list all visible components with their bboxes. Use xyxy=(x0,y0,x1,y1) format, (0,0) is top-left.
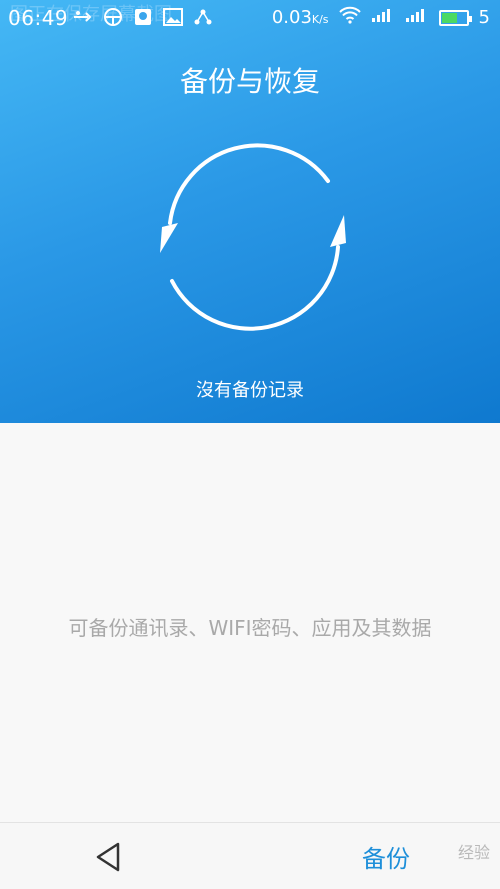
battery-text: 5 xyxy=(478,7,490,28)
page-title: 备份与恢复 xyxy=(179,65,320,98)
usb-icon xyxy=(72,6,94,28)
status-time: 06:49 xyxy=(8,6,69,30)
notification-icons xyxy=(72,6,214,28)
image-icon xyxy=(162,6,184,28)
back-triangle-icon xyxy=(96,842,120,872)
signal-icon xyxy=(405,7,429,28)
status-bar: 图正在保存屏幕截图 06:49 0.03K/s 5 xyxy=(0,0,500,36)
battery-fill xyxy=(441,12,458,23)
system-status: 0.03K/s 5 xyxy=(272,6,490,29)
bottom-bar: 备份 经验 xyxy=(0,822,500,889)
watermark: 经验 xyxy=(457,843,490,862)
share-icon xyxy=(192,6,214,28)
battery-icon xyxy=(438,9,472,26)
notification-icon xyxy=(132,6,154,28)
back-button[interactable] xyxy=(88,839,128,875)
steering-icon xyxy=(102,6,124,28)
signal-icon xyxy=(371,7,395,28)
sync-icon xyxy=(160,143,346,331)
header-banner: 图正在保存屏幕截图 06:49 0.03K/s 5 备份与恢复 沒有备份记录 xyxy=(0,0,500,423)
backup-description: 可备份通讯录、WIFI密码、应用及其数据 xyxy=(68,616,432,640)
wifi-icon xyxy=(338,6,361,29)
backup-button[interactable]: 备份 xyxy=(362,839,410,874)
net-speed: 0.03K/s xyxy=(271,7,329,28)
backup-status-text: 沒有备份记录 xyxy=(196,380,304,401)
